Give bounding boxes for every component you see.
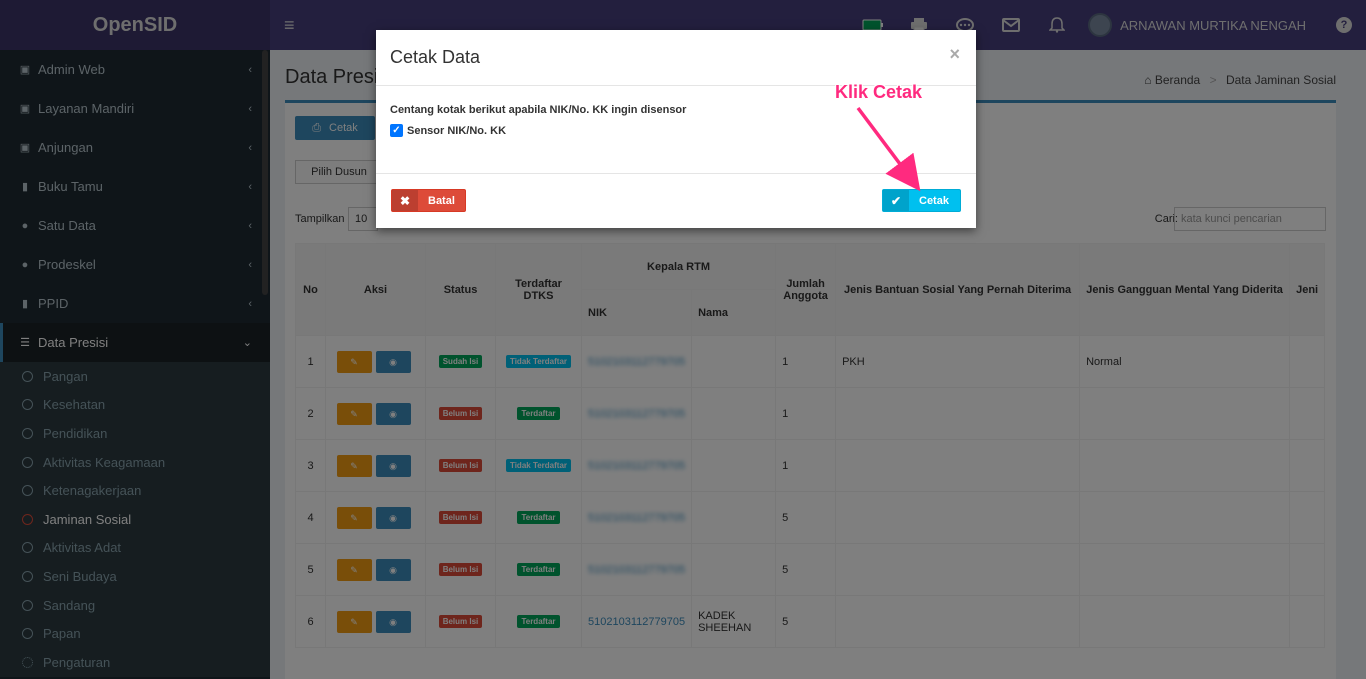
modal-footer: ✖ Batal ✔ Cetak xyxy=(376,174,976,227)
modal-title: Cetak Data xyxy=(390,47,481,67)
cancel-button-label: Batal xyxy=(428,194,455,207)
sensor-checkbox[interactable]: ✓ xyxy=(390,124,403,137)
close-icon: ✖ xyxy=(392,190,418,211)
confirm-print-button[interactable]: ✔ Cetak xyxy=(882,189,961,212)
close-icon[interactable]: × xyxy=(949,44,960,65)
modal-header: Cetak Data × xyxy=(376,30,976,86)
check-icon: ✔ xyxy=(883,190,909,211)
confirm-print-button-label: Cetak xyxy=(919,194,949,207)
sensor-checkbox-row[interactable]: ✓ Sensor NIK/No. KK xyxy=(390,124,962,137)
sensor-checkbox-label[interactable]: Sensor NIK/No. KK xyxy=(407,125,506,137)
annotation-label: Klik Cetak xyxy=(835,82,923,102)
cancel-button[interactable]: ✖ Batal xyxy=(391,189,466,212)
modal-instruction: Centang kotak berikut apabila NIK/No. KK… xyxy=(390,104,687,116)
print-modal: Cetak Data × Centang kotak berikut apabi… xyxy=(376,30,976,228)
